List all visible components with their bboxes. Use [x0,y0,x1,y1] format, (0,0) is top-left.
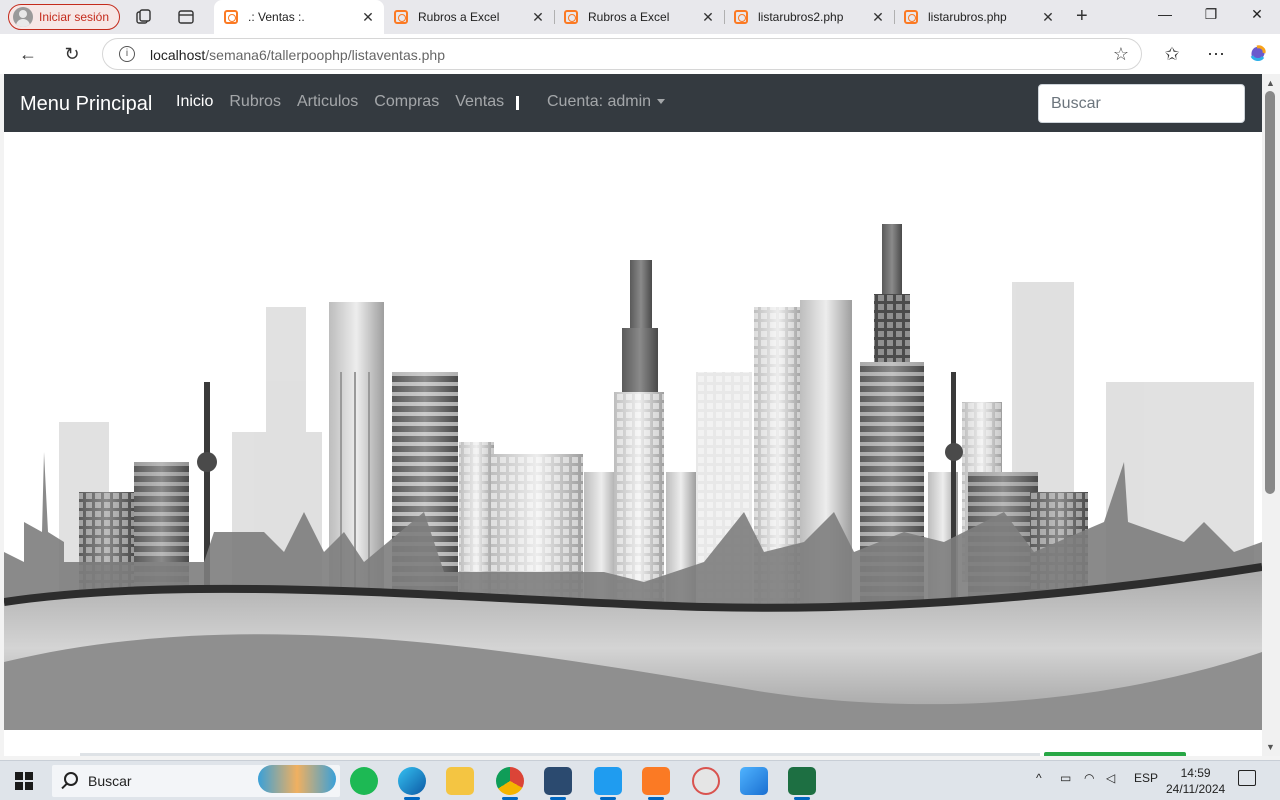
city-skyline-image [4,224,1262,730]
account-label: Cuenta: admin [547,93,652,110]
notifications-icon[interactable] [1238,770,1256,786]
close-tab-icon[interactable]: ✕ [870,9,886,26]
scroll-thumb[interactable] [1265,91,1275,494]
back-icon[interactable]: ← [17,43,39,65]
url-host: localhost [150,47,206,63]
tab-rubros-excel-2[interactable]: Rubros a Excel ✕ [554,0,724,34]
close-tab-icon[interactable]: ✕ [1040,9,1056,26]
photos-icon[interactable] [740,767,768,795]
close-window-icon[interactable]: ✕ [1242,6,1272,23]
page-scrollbar[interactable]: ▲ ▼ [1262,74,1280,756]
xampp-favicon-icon [224,10,238,24]
taskbar-search-label: Buscar [88,773,132,789]
url-text[interactable]: localhost/semana6/tallerpoophp/listavent… [150,47,445,63]
database-icon[interactable] [544,767,572,800]
paint-icon[interactable] [692,767,720,795]
url-path: /semana6/tallerpoophp/listaventas.php [205,47,445,63]
favorite-star-icon[interactable]: ☆ [1113,44,1129,65]
tab-title: Rubros a Excel [588,10,670,24]
excel-icon[interactable] [788,767,816,800]
account-dropdown[interactable]: Cuenta: admin [547,93,666,111]
battery-icon[interactable]: ▭ [1060,771,1071,785]
close-tab-icon[interactable]: ✕ [700,9,716,26]
windows-taskbar: Buscar ^ ▭ ◠ ◁ ESP 14:59 24/11/2024 [0,760,1280,800]
xampp-icon[interactable] [642,767,670,800]
search-icon [64,772,78,786]
edge-icon[interactable] [398,767,426,800]
address-bar[interactable]: i localhost/semana6/tallerpoophp/listave… [102,38,1142,70]
nav-links: Inicio Rubros Articulos Compras Ventas [176,93,504,111]
vscode-icon[interactable] [594,767,622,800]
scroll-down-icon[interactable]: ▼ [1266,742,1275,752]
xampp-favicon-icon [904,10,918,24]
tab-title: listarubros2.php [758,10,844,24]
text-cursor-mark [516,96,519,110]
avatar-icon [13,7,33,27]
workspaces-icon[interactable] [134,7,154,27]
tab-actions-icon[interactable] [176,7,196,27]
restore-icon[interactable]: ❐ [1196,6,1226,23]
nav-inicio[interactable]: Inicio [176,93,213,111]
site-info-icon[interactable]: i [119,46,135,62]
windows-start-icon[interactable] [15,772,33,790]
profile-button[interactable]: Iniciar sesión [8,4,121,30]
new-tab-icon[interactable]: + [1076,5,1088,28]
green-button-edge[interactable] [1044,752,1186,756]
refresh-icon[interactable]: ↻ [61,43,83,65]
copilot-icon[interactable] [1247,43,1269,65]
chrome-icon[interactable] [496,767,524,800]
nav-compras[interactable]: Compras [374,93,439,111]
nav-rubros[interactable]: Rubros [229,93,281,111]
xampp-favicon-icon [564,10,578,24]
tab-title: listarubros.php [928,10,1007,24]
browser-tab-strip: Iniciar sesión .: Ventas :. ✕ Rubros a E… [0,0,1280,34]
xampp-favicon-icon [394,10,408,24]
show-hidden-icons[interactable]: ^ [1036,771,1042,785]
wifi-icon[interactable]: ◠ [1084,771,1094,785]
file-explorer-icon[interactable] [446,767,474,795]
more-menu-icon[interactable]: ⋯ [1205,43,1227,65]
minimize-icon[interactable]: — [1150,6,1180,22]
page-viewport: Menu Principal Inicio Rubros Articulos C… [4,74,1262,756]
tab-rubros-excel-1[interactable]: Rubros a Excel ✕ [384,0,554,34]
close-tab-icon[interactable]: ✕ [530,9,546,26]
main-navbar: Menu Principal Inicio Rubros Articulos C… [4,74,1262,132]
scroll-up-icon[interactable]: ▲ [1266,78,1275,88]
tab-title: Rubros a Excel [418,10,500,24]
tab-title: .: Ventas :. [248,10,305,24]
search-input[interactable] [1038,84,1245,123]
clock-time: 14:59 [1180,766,1211,780]
xampp-favicon-icon [734,10,748,24]
content-below-fold [4,730,1262,756]
close-tab-icon[interactable]: ✕ [360,9,376,26]
profile-label: Iniciar sesión [39,10,110,24]
navbar-brand[interactable]: Menu Principal [20,93,152,116]
dropdown-caret-icon [657,99,666,105]
clock[interactable]: 14:59 24/11/2024 [1166,765,1225,797]
nav-ventas[interactable]: Ventas [455,93,504,111]
weather-widget[interactable] [258,765,336,793]
spotify-icon[interactable] [350,767,378,795]
clock-date: 24/11/2024 [1166,782,1226,796]
nav-articulos[interactable]: Articulos [297,93,358,111]
favorites-icon[interactable]: ✩ [1161,43,1183,65]
browser-toolbar: ← ↻ i localhost/semana6/tallerpoophp/lis… [0,34,1280,74]
tab-listarubros2[interactable]: listarubros2.php ✕ [724,0,894,34]
table-top-border [80,753,1040,756]
tab-ventas[interactable]: .: Ventas :. ✕ [214,0,384,34]
volume-muted-icon[interactable]: ◁ [1106,771,1115,785]
language-indicator[interactable]: ESP [1134,771,1158,785]
tab-listarubros[interactable]: listarubros.php ✕ [894,0,1064,34]
